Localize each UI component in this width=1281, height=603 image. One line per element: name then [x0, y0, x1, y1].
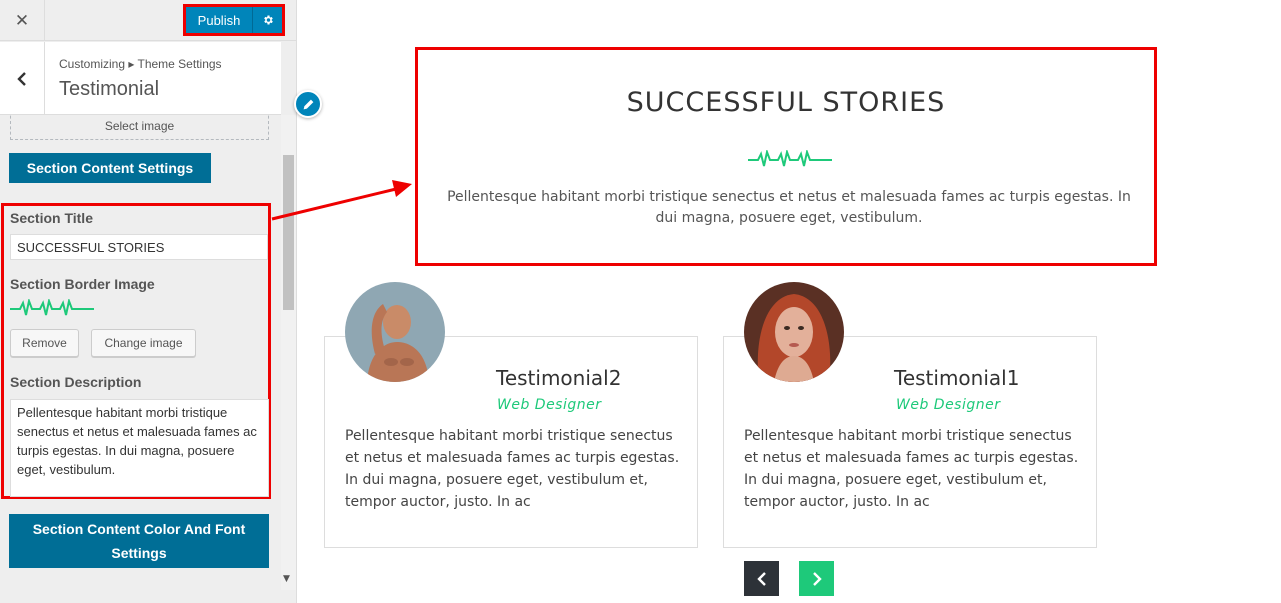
gear-icon — [263, 15, 273, 25]
section-title-input[interactable]: SUCCESSFUL STORIES — [10, 234, 268, 260]
avatar — [744, 282, 844, 382]
back-button[interactable] — [0, 42, 45, 115]
select-image-button[interactable]: Select image — [10, 115, 269, 140]
edit-shortcut-button[interactable] — [294, 90, 322, 118]
chevron-right-icon — [812, 571, 822, 586]
section-header: Customizing ▸ Theme Settings Testimonial — [0, 42, 281, 115]
remove-image-button[interactable]: Remove — [10, 329, 79, 357]
testimonial-role: Web Designer — [896, 397, 1001, 413]
section-description: Pellentesque habitant morbi tristique se… — [447, 189, 1131, 226]
scroll-down-icon[interactable]: ▼ — [283, 574, 290, 584]
section-description-label: Section Description — [10, 374, 142, 390]
testimonial-name: Testimonial2 — [496, 366, 622, 390]
change-image-button[interactable]: Change image — [91, 329, 196, 357]
customizer-sidebar: ✕ Publish Customizing ▸ Theme Settings T… — [0, 0, 297, 603]
panel-title: Testimonial — [59, 78, 160, 100]
section-title: SUCCESSFUL STORIES — [626, 87, 946, 118]
publish-highlight-box: Publish — [183, 4, 285, 36]
arrow-icon — [271, 180, 412, 221]
controls-scroll-area: Select image Section Content Settings Se… — [0, 115, 281, 603]
border-image-label: Section Border Image — [10, 276, 155, 292]
publish-settings-button[interactable] — [253, 7, 282, 33]
close-icon[interactable]: ✕ — [0, 0, 45, 41]
heartbeat-wave-icon — [748, 150, 832, 167]
hero-highlight-box: SUCCESSFUL STORIES Pellentesque habitant… — [415, 47, 1157, 266]
customizer-topbar: ✕ Publish — [0, 0, 296, 41]
section-content-settings-heading[interactable]: Section Content Settings — [9, 153, 211, 183]
publish-button[interactable]: Publish — [186, 7, 253, 33]
pencil-icon — [303, 99, 313, 109]
color-font-settings-heading[interactable]: Section Content Color And Font Settings — [9, 514, 269, 568]
testimonial-role: Web Designer — [497, 397, 602, 413]
carousel-next-button[interactable] — [799, 561, 834, 596]
content-highlight-box: Section Title SUCCESSFUL STORIES Section… — [1, 203, 271, 499]
section-description-textarea[interactable]: Pellentesque habitant morbi tristique se… — [10, 399, 269, 497]
chevron-left-icon — [17, 71, 26, 86]
testimonial-text: Pellentesque habitant morbi tristique se… — [345, 428, 680, 510]
testimonial-name: Testimonial1 — [894, 366, 1020, 390]
testimonial-text: Pellentesque habitant morbi tristique se… — [744, 428, 1079, 510]
carousel-prev-button[interactable] — [744, 561, 779, 596]
chevron-left-icon — [756, 571, 766, 586]
heartbeat-wave-icon — [10, 299, 94, 316]
section-title-label: Section Title — [10, 210, 93, 226]
avatar — [345, 282, 445, 382]
breadcrumb: Customizing ▸ Theme Settings — [59, 57, 222, 71]
